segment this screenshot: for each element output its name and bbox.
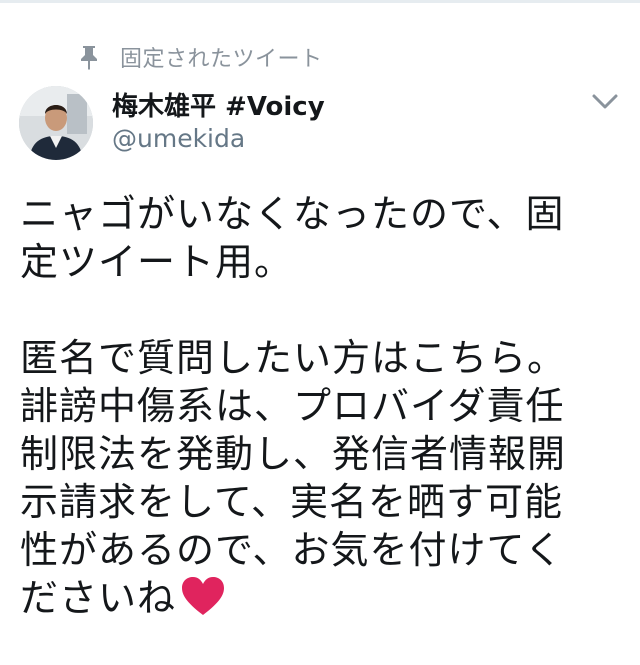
author-handle[interactable]: @umekida [112,124,245,153]
top-divider [0,0,640,3]
pin-icon [81,46,97,70]
author-display-name[interactable]: 梅木雄平 #Voicy [112,86,325,123]
tweet-line: 制限法を発動し、発信者情報開 [20,432,567,476]
tweet-line: 匿名で質問したい方はこちら。 [20,336,567,380]
tweet-line: ニャゴがいなくなったので、固 [20,192,565,236]
pinned-label: 固定されたツイート [120,47,323,72]
tweet-line: 性があるので、お気を付けてく [20,528,564,572]
tweet-last-line: ださいね [20,574,632,622]
tweet-line: 誹謗中傷系は、プロバイダ責任 [20,384,565,428]
tweet-line: ださいね [20,576,177,620]
chevron-down-icon[interactable] [590,88,620,114]
tweet-body: ニャゴがいなくなったので、固 定ツイート用。 匿名で質問したい方はこちら。 誹謗… [20,190,632,622]
avatar-photo [19,86,93,160]
heart-emoji-icon [182,577,225,615]
tweet-line: 示請求をして、実名を晒す可能 [20,480,563,524]
avatar[interactable] [19,86,93,160]
tweet-line: 定ツイート用。 [20,240,294,284]
pinned-tweet-indicator: 固定されたツイート [78,42,323,72]
